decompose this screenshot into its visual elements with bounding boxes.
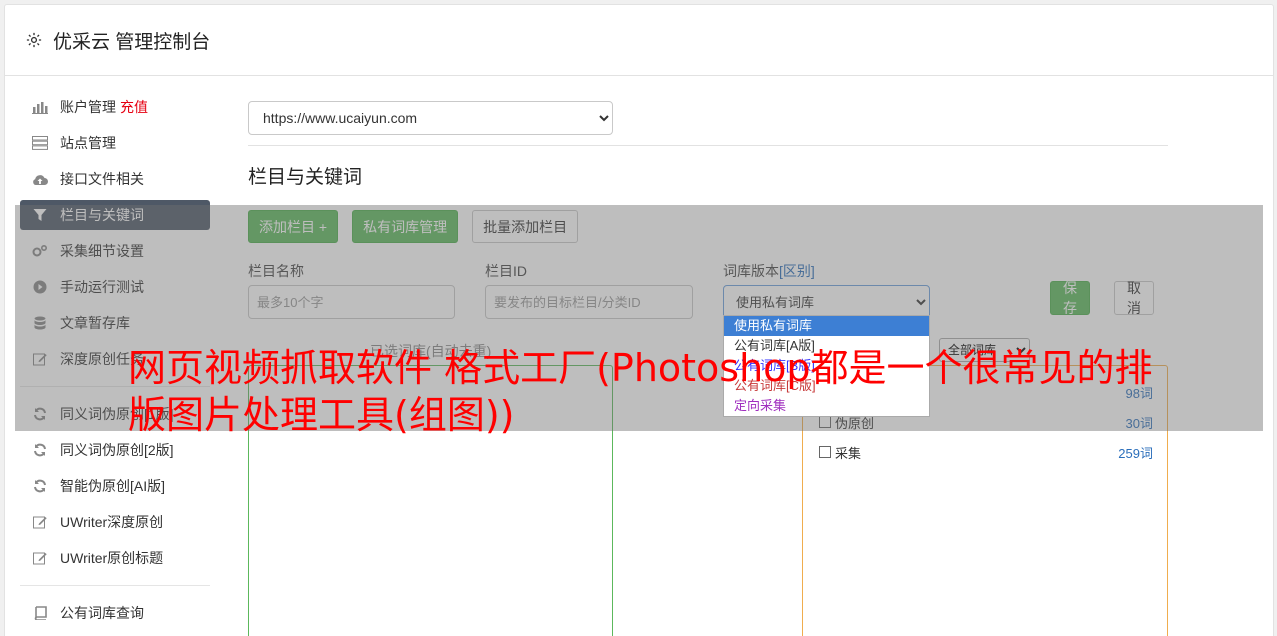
sidebar-item-uwriter-original[interactable]: UWriter深度原创	[20, 507, 210, 537]
sidebar-item-uwriter-title[interactable]: UWriter原创标题	[20, 543, 210, 573]
edit-icon	[32, 550, 48, 566]
bar-chart-icon	[32, 99, 48, 115]
book-icon	[32, 605, 48, 621]
sidebar-item-label: UWriter原创标题	[60, 550, 164, 566]
dict-version-option[interactable]: 使用私有词库	[724, 316, 929, 336]
gear-icon	[26, 32, 42, 48]
sidebar-item-ai-rewrite[interactable]: 智能伪原创[AI版]	[20, 471, 210, 501]
refresh-icon	[32, 442, 48, 458]
sidebar-item-label: 接口文件相关	[60, 171, 144, 187]
recharge-link[interactable]: 充值	[120, 97, 148, 117]
server-icon	[32, 135, 48, 151]
page-title: 优采云 管理控制台	[53, 31, 211, 53]
sidebar-item-account[interactable]: 账户管理 充值	[20, 92, 210, 122]
edit-icon	[32, 514, 48, 530]
cloud-upload-icon	[32, 171, 48, 187]
sidebar-item-sites[interactable]: 站点管理	[20, 128, 210, 158]
sidebar-item-synonym-v2[interactable]: 同义词伪原创[2版]	[20, 435, 210, 465]
sidebar-item-public-dict-query[interactable]: 公有词库查询	[20, 598, 210, 628]
sidebar-item-label: UWriter深度原创	[60, 514, 164, 530]
dict-checkbox[interactable]	[819, 446, 831, 458]
sidebar-item-label: 公有词库查询	[60, 605, 144, 621]
dict-count: 259词	[1118, 445, 1153, 461]
sidebar-item-label: 账户管理	[60, 99, 116, 115]
console-header: 优采云 管理控制台	[5, 5, 1273, 76]
sidebar-item-label: 站点管理	[60, 135, 116, 151]
main-content: https://www.ucaiyun.com 栏目与关键词 添加栏目 + 私有…	[248, 101, 1168, 636]
sidebar-item-label: 智能伪原创[AI版]	[60, 478, 166, 494]
sidebar-item-api-files[interactable]: 接口文件相关	[20, 164, 210, 194]
site-select[interactable]: https://www.ucaiyun.com	[248, 101, 613, 135]
dict-row[interactable]: 采集 259词	[819, 442, 1153, 462]
section-title: 栏目与关键词	[248, 167, 363, 188]
sidebar-divider	[20, 585, 210, 586]
overlay-headline: 网页视频抓取软件 格式工厂(Photoshop都是一个很常见的排版图片处理工具(…	[128, 346, 1153, 437]
sidebar-item-label: 同义词伪原创[2版]	[60, 442, 174, 458]
dict-name: 采集	[835, 445, 862, 461]
refresh-icon	[32, 478, 48, 494]
divider	[248, 145, 1168, 146]
